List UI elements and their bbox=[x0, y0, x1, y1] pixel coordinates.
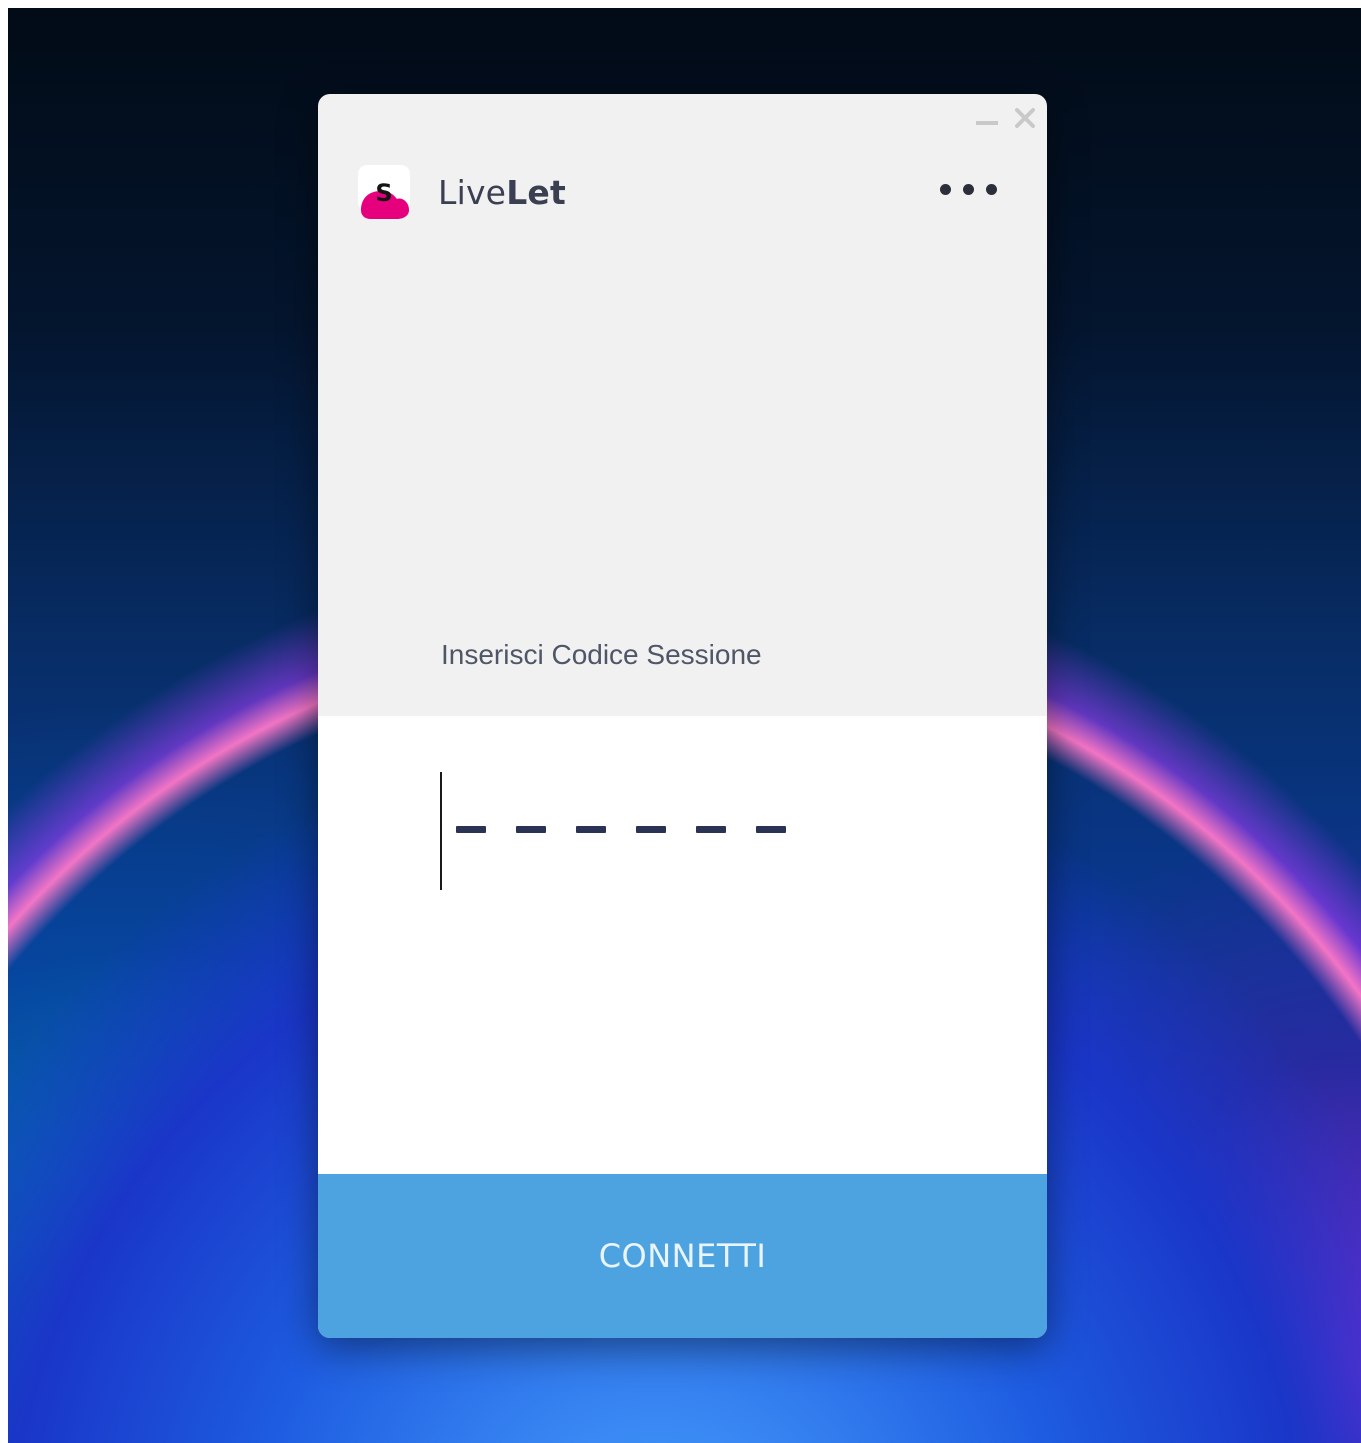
session-code-label: Inserisci Codice Sessione bbox=[441, 639, 762, 670]
code-digit-placeholder bbox=[576, 826, 606, 833]
app-name-bold: Let bbox=[506, 173, 566, 212]
window-controls bbox=[975, 104, 1037, 132]
more-horizontal-icon bbox=[940, 184, 951, 195]
code-digit-placeholder bbox=[696, 826, 726, 833]
logo-icon: S bbox=[358, 165, 410, 219]
session-code-input[interactable] bbox=[440, 772, 840, 892]
code-digit-placeholder bbox=[636, 826, 666, 833]
app-logo: S bbox=[357, 164, 411, 220]
more-horizontal-icon bbox=[963, 184, 974, 195]
app-header: S LiveLet bbox=[318, 94, 1047, 294]
close-icon bbox=[1015, 108, 1035, 128]
connect-button[interactable]: CONNETTI bbox=[318, 1174, 1047, 1338]
code-placeholder-dashes bbox=[456, 826, 786, 833]
app-name-regular: Live bbox=[438, 173, 507, 212]
more-horizontal-icon bbox=[986, 184, 997, 195]
minimize-button[interactable] bbox=[975, 106, 999, 130]
code-digit-placeholder bbox=[756, 826, 786, 833]
logo-letter: S bbox=[375, 179, 392, 207]
close-button[interactable] bbox=[1013, 106, 1037, 130]
code-digit-placeholder bbox=[516, 826, 546, 833]
text-caret bbox=[440, 772, 442, 890]
code-digit-placeholder bbox=[456, 826, 486, 833]
code-entry-panel bbox=[318, 716, 1047, 1174]
app-window: S LiveLet Inserisci Codice Sessione CONN… bbox=[318, 94, 1047, 1338]
app-name: LiveLet bbox=[438, 173, 566, 212]
more-options-button[interactable] bbox=[938, 182, 999, 197]
desktop-wallpaper: S LiveLet Inserisci Codice Sessione CONN… bbox=[8, 8, 1361, 1443]
minimize-icon bbox=[976, 121, 998, 125]
